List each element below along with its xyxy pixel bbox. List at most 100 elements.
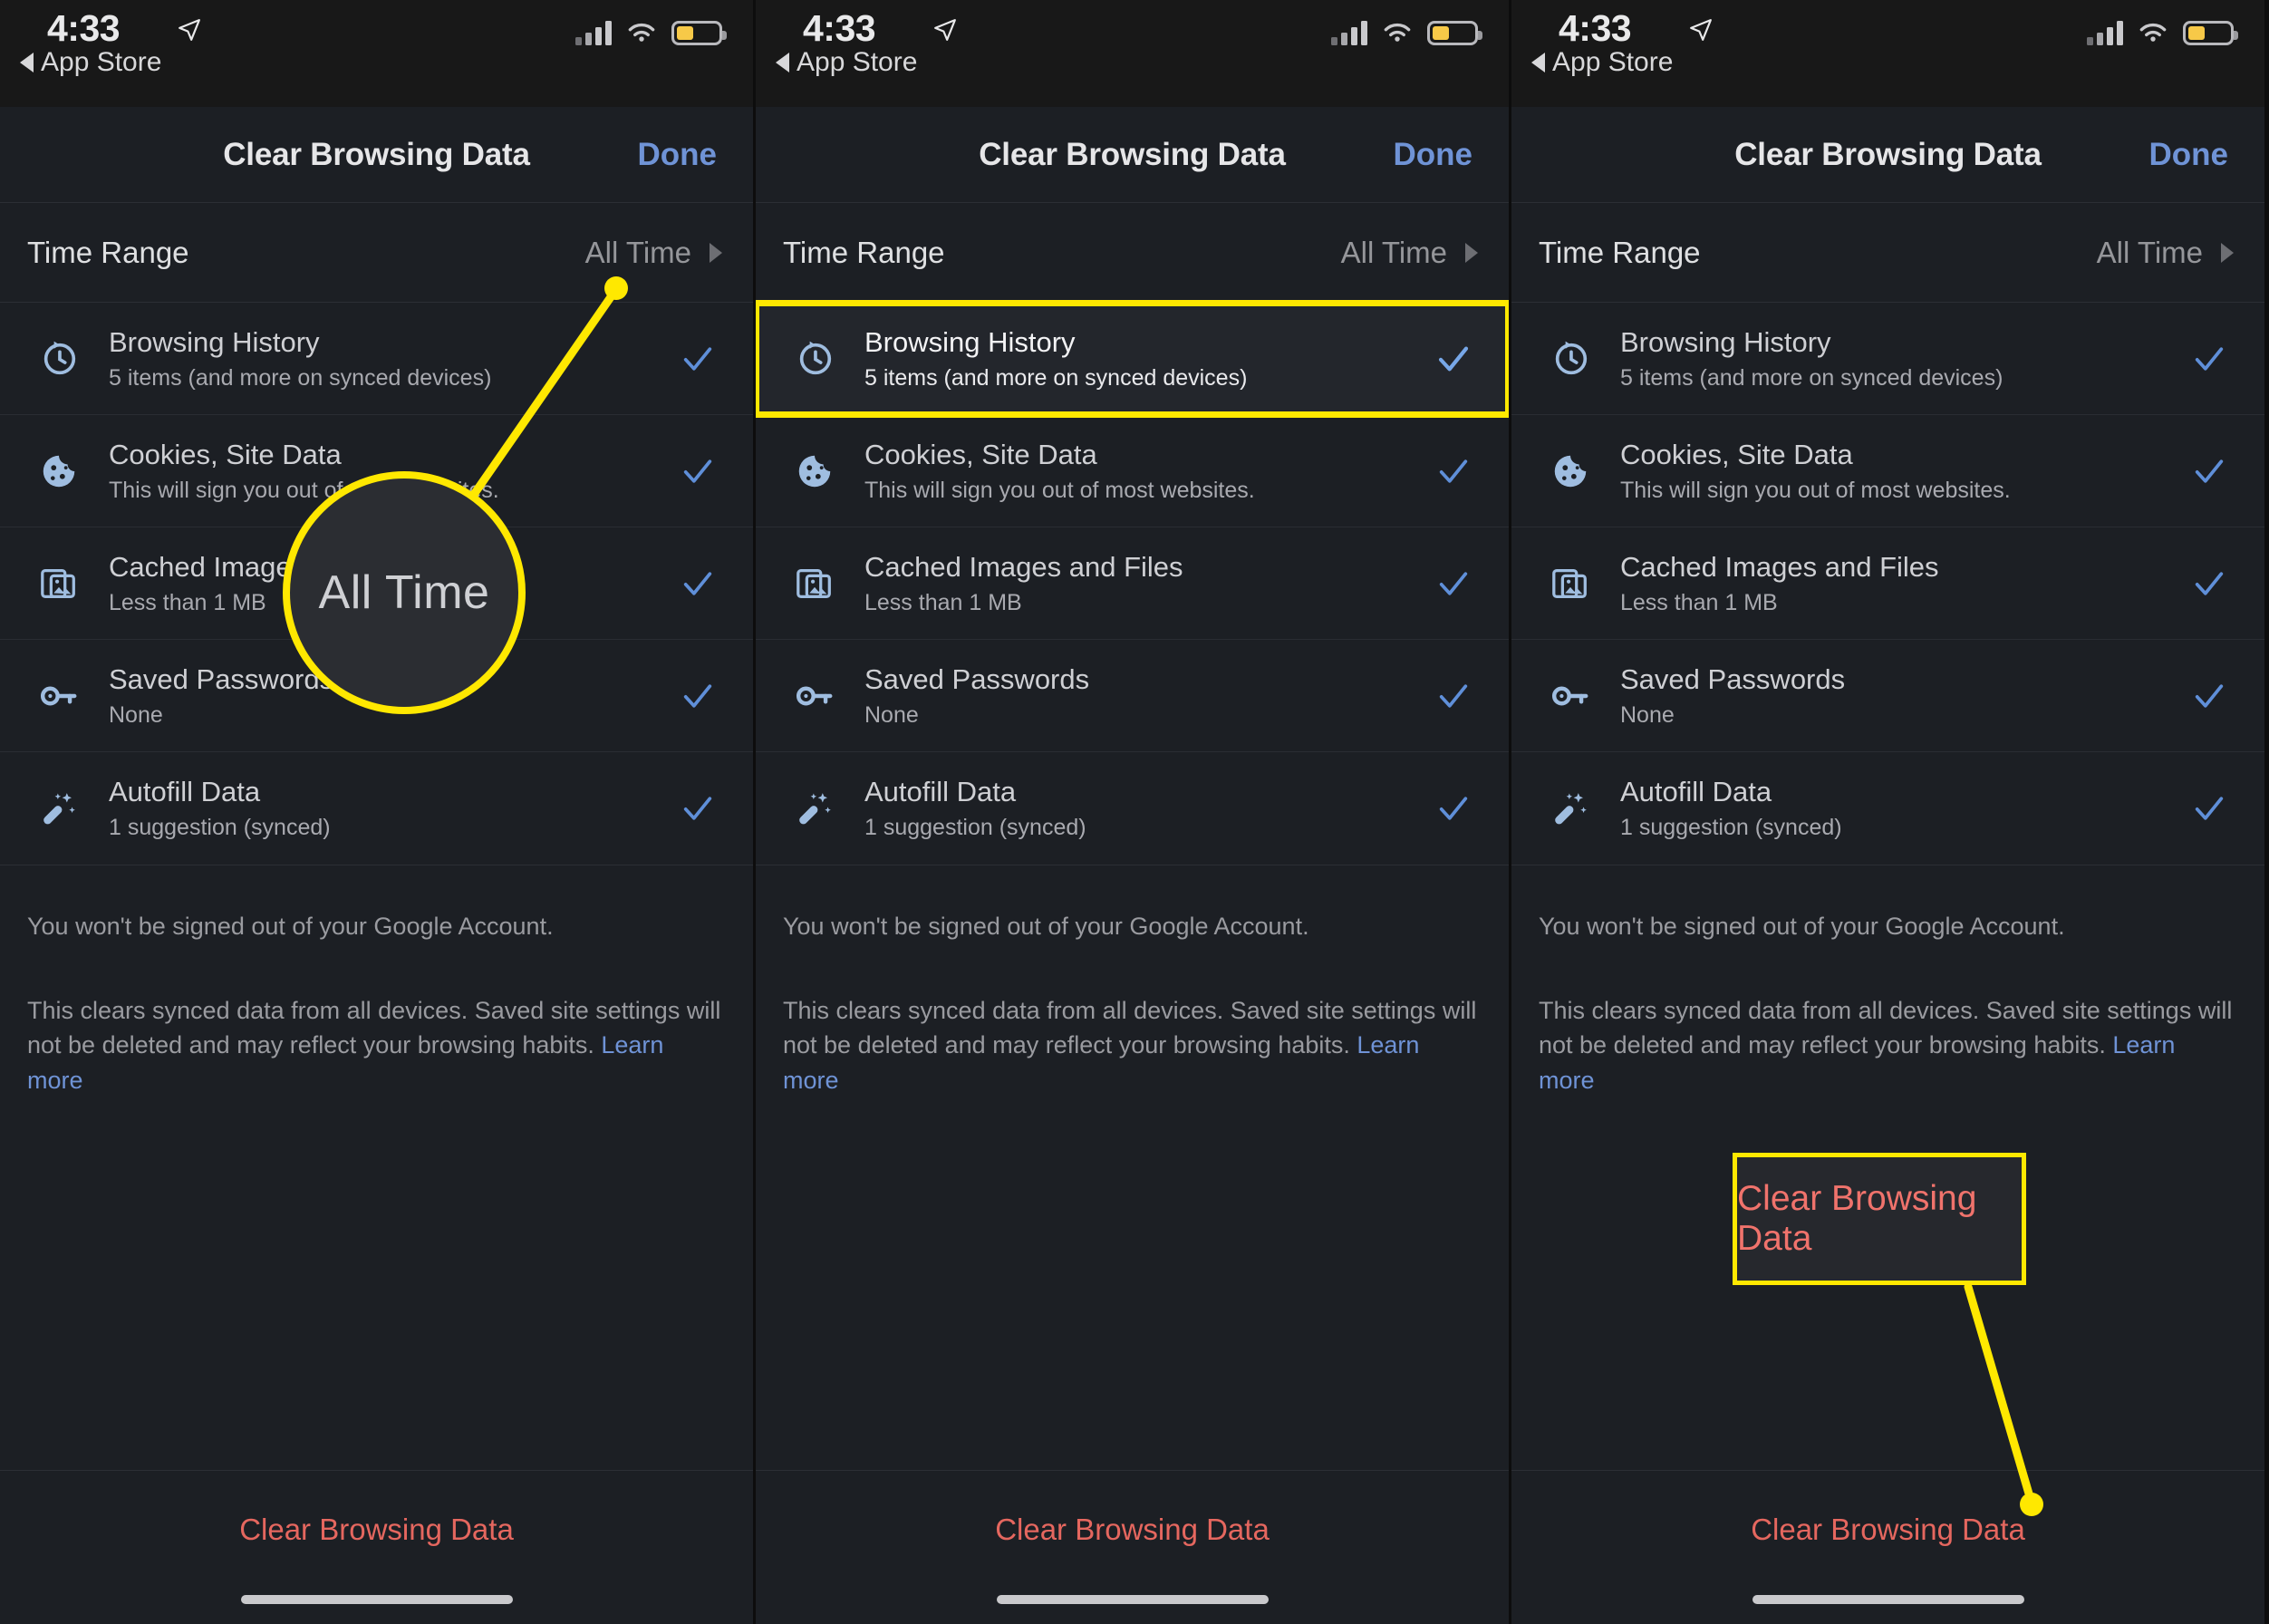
list-item-autofill-data[interactable]: Autofill Data 1 suggestion (synced) xyxy=(1511,752,2264,865)
list-item-subtitle: 1 suggestion (synced) xyxy=(1620,815,1842,840)
time-range-value: All Time xyxy=(584,235,691,269)
time-range-label: Time Range xyxy=(1539,235,1701,269)
time-range-row[interactable]: Time Range All Time xyxy=(1511,203,2264,303)
list-item-title: Browsing History xyxy=(1620,325,1831,358)
cached-images-icon xyxy=(1542,563,1598,604)
list-item-title: Cookies, Site Data xyxy=(864,438,1097,470)
checkmark-icon[interactable] xyxy=(1433,788,1474,829)
back-to-app-store[interactable]: App Store xyxy=(1531,47,1673,78)
checkmark-icon[interactable] xyxy=(2188,788,2230,829)
list-item-title: Autofill Data xyxy=(1620,776,1772,807)
back-to-app-store[interactable]: App Store xyxy=(776,47,917,78)
list-item-title: Cached Images and Files xyxy=(1620,550,1939,583)
footer-notes: You won't be signed out of your Google A… xyxy=(1511,865,2264,1097)
checkmark-icon[interactable] xyxy=(1433,563,1474,604)
back-label: App Store xyxy=(797,47,918,77)
list-item-saved-passwords[interactable]: Saved Passwords None xyxy=(1511,640,2264,752)
status-bar-indicators xyxy=(2087,20,2238,45)
callout-box-text: Clear Browsing Data xyxy=(1737,1179,1977,1258)
status-bar: 4:33 App Store xyxy=(1511,0,2264,107)
history-clock-icon xyxy=(1542,338,1598,380)
clear-data-callout-box: Clear Browsing Data xyxy=(1733,1153,2026,1285)
list-item-text: Saved Passwords None xyxy=(109,663,333,729)
list-item-text: Autofill Data 1 suggestion (synced) xyxy=(109,776,331,841)
three-panel-screenshot: 4:33 App Store Clear Browsing Data Done xyxy=(0,0,2269,1624)
magnifier-text: All Time xyxy=(318,566,490,619)
battery-low-power-icon xyxy=(2183,21,2238,45)
location-arrow-icon xyxy=(934,19,956,41)
checkmark-icon[interactable] xyxy=(677,675,719,717)
nav-bar: Clear Browsing Data Done xyxy=(0,107,753,203)
checkmark-icon[interactable] xyxy=(677,450,719,492)
list-item-title: Cookies, Site Data xyxy=(1620,438,1853,470)
clear-browsing-data-button[interactable]: Clear Browsing Data xyxy=(1511,1513,2264,1547)
back-triangle-icon xyxy=(776,53,789,72)
bottom-bar: Clear Browsing Data xyxy=(756,1470,1509,1624)
home-indicator xyxy=(996,1595,1269,1604)
checkmark-icon[interactable] xyxy=(1433,338,1474,380)
checkmark-icon[interactable] xyxy=(677,338,719,380)
list-item-title: Saved Passwords xyxy=(864,662,1090,695)
status-bar: 4:33 App Store xyxy=(756,0,1509,107)
done-button[interactable]: Done xyxy=(638,137,718,173)
wifi-icon xyxy=(2139,23,2167,42)
done-button[interactable]: Done xyxy=(2149,137,2229,173)
list-item-cookies[interactable]: Cookies, Site Data This will sign you ou… xyxy=(1511,415,2264,527)
checkmark-icon[interactable] xyxy=(677,563,719,604)
bottom-bar: Clear Browsing Data xyxy=(0,1470,753,1624)
status-bar-indicators xyxy=(1331,20,1482,45)
time-range-row[interactable]: Time Range All Time xyxy=(756,203,1509,303)
list-item-subtitle: None xyxy=(864,701,919,728)
back-triangle-icon xyxy=(20,53,34,72)
list-item-subtitle: 1 suggestion (synced) xyxy=(864,815,1086,840)
checkmark-icon[interactable] xyxy=(1433,450,1474,492)
checkmark-icon[interactable] xyxy=(2188,675,2230,717)
list-item-cookies[interactable]: Cookies, Site Data This will sign you ou… xyxy=(756,415,1509,527)
checkmark-icon[interactable] xyxy=(2188,450,2230,492)
list-item-browsing-history[interactable]: Browsing History 5 items (and more on sy… xyxy=(0,303,753,415)
back-to-app-store[interactable]: App Store xyxy=(20,47,161,78)
list-item-cached-images[interactable]: Cached Images and Files Less than 1 MB xyxy=(1511,527,2264,640)
clear-browsing-data-button[interactable]: Clear Browsing Data xyxy=(0,1513,753,1547)
list-item-text: Browsing History 5 items (and more on sy… xyxy=(864,326,1247,392)
history-clock-icon xyxy=(31,338,87,380)
list-item-title: Autofill Data xyxy=(109,776,261,807)
time-range-row[interactable]: Time Range All Time xyxy=(0,203,753,303)
list-item-text: Saved Passwords None xyxy=(864,663,1089,729)
key-icon xyxy=(31,675,87,717)
checkmark-icon[interactable] xyxy=(2188,563,2230,604)
note-google-account: You won't be signed out of your Google A… xyxy=(27,913,554,940)
note-sync-disclaimer: This clears synced data from all devices… xyxy=(1539,993,2234,1097)
clear-browsing-data-button[interactable]: Clear Browsing Data xyxy=(756,1513,1509,1547)
list-item-cached-images[interactable]: Cached Images and Files Less than 1 MB xyxy=(756,527,1509,640)
list-item-autofill-data[interactable]: Autofill Data 1 suggestion (synced) xyxy=(756,752,1509,865)
list-item-saved-passwords[interactable]: Saved Passwords None xyxy=(756,640,1509,752)
list-item-browsing-history[interactable]: Browsing History 5 items (and more on sy… xyxy=(756,300,1509,418)
panel-2-browsing-history: 4:33 App Store Clear Browsing Data Done xyxy=(756,0,1509,1624)
list-item-text: Cached Images and Files Less than 1 MB xyxy=(864,551,1183,616)
time-range-value-group: All Time xyxy=(2097,236,2234,270)
list-item-title: Autofill Data xyxy=(864,776,1017,807)
magic-wand-icon xyxy=(787,788,843,829)
list-item-title: Cookies, Site Data xyxy=(109,438,342,470)
chevron-right-icon xyxy=(710,242,722,263)
note-google-account: You won't be signed out of your Google A… xyxy=(783,913,1309,940)
list-item-title: Browsing History xyxy=(864,325,1076,358)
magic-wand-icon xyxy=(31,788,87,829)
list-item-browsing-history[interactable]: Browsing History 5 items (and more on sy… xyxy=(1511,303,2264,415)
cached-images-icon xyxy=(787,563,843,604)
list-item-text: Cached Images and Files Less than 1 MB xyxy=(1620,551,1939,616)
checkmark-icon[interactable] xyxy=(1433,675,1474,717)
time-range-label: Time Range xyxy=(783,235,945,269)
checkmark-icon[interactable] xyxy=(2188,338,2230,380)
checkmark-icon[interactable] xyxy=(677,788,719,829)
list-item-autofill-data[interactable]: Autofill Data 1 suggestion (synced) xyxy=(0,752,753,865)
footer-notes: You won't be signed out of your Google A… xyxy=(756,865,1509,1097)
cookie-icon xyxy=(31,450,87,492)
list-item-subtitle: This will sign you out of most websites. xyxy=(1620,477,2011,503)
list-item-text: Browsing History 5 items (and more on sy… xyxy=(1620,326,2003,392)
status-bar-time: 4:33 xyxy=(1559,7,1632,49)
done-button[interactable]: Done xyxy=(1394,137,1473,173)
bottom-bar: Clear Browsing Data xyxy=(1511,1470,2264,1624)
note-sync-disclaimer: This clears synced data from all devices… xyxy=(783,993,1478,1097)
